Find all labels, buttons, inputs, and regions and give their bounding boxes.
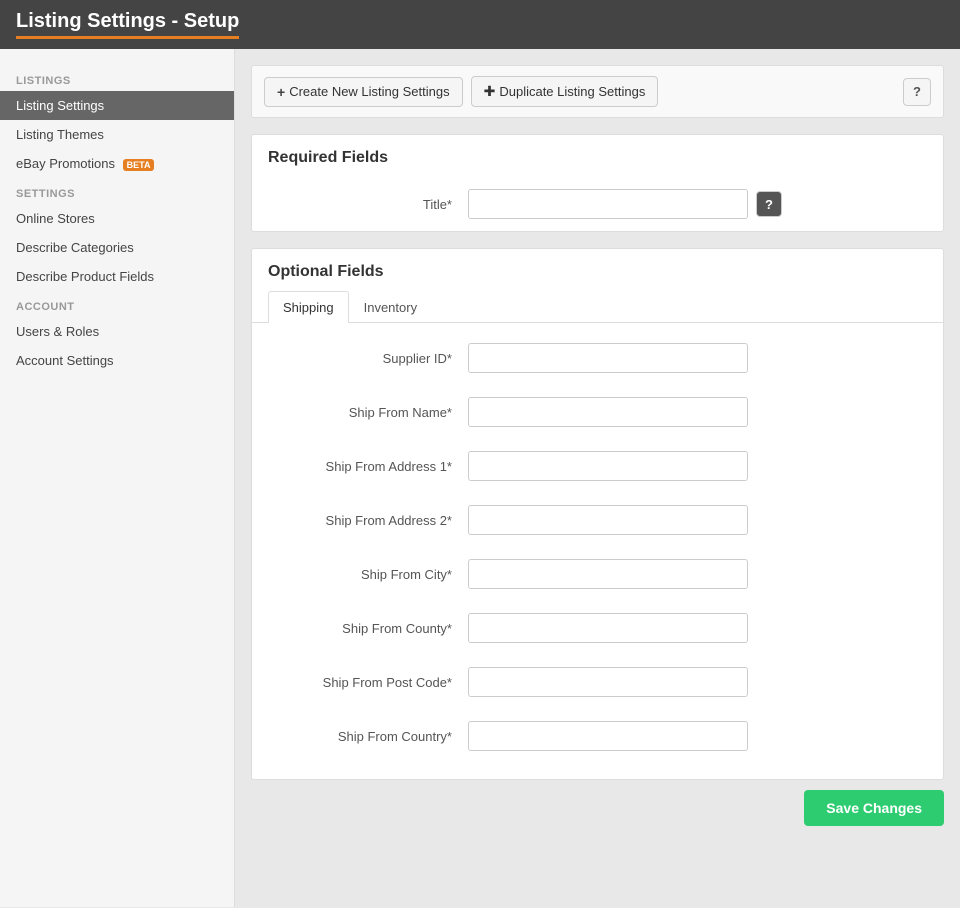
ship-from-post-code-label: Ship From Post Code* [268, 675, 468, 690]
ship-from-post-code-input[interactable] [468, 667, 748, 697]
title-input-wrap: ? [468, 189, 927, 219]
ship-from-country-row: Ship From Country* [252, 709, 943, 763]
ship-from-city-row: Ship From City* [252, 547, 943, 601]
sidebar-section-settings: Settings [0, 178, 234, 204]
page-title: Listing Settings - Setup [16, 10, 239, 32]
ship-from-address2-input[interactable] [468, 505, 748, 535]
sidebar-section-account: Account [0, 291, 234, 317]
ship-from-name-label: Ship From Name* [268, 405, 468, 420]
content-area: + Create New Listing Settings ✚ Duplicat… [235, 49, 960, 907]
supplier-id-label: Supplier ID* [268, 351, 468, 366]
sidebar-item-describe-product-fields[interactable]: Describe Product Fields [0, 262, 234, 291]
sidebar-item-describe-categories[interactable]: Describe Categories [0, 233, 234, 262]
shipping-tab-content: Supplier ID* Ship From Name* Ship From A… [252, 323, 943, 779]
ship-from-address1-label: Ship From Address 1* [268, 459, 468, 474]
main-layout: Listings Listing Settings Listing Themes… [0, 49, 960, 907]
ship-from-city-label: Ship From City* [268, 567, 468, 582]
ship-from-county-input[interactable] [468, 613, 748, 643]
ship-from-address1-input[interactable] [468, 451, 748, 481]
ship-from-city-input[interactable] [468, 559, 748, 589]
supplier-id-wrap [468, 343, 927, 373]
sidebar-item-online-stores[interactable]: Online Stores [0, 204, 234, 233]
title-label: Title* [268, 197, 468, 212]
ship-from-name-input[interactable] [468, 397, 748, 427]
page-header: Listing Settings - Setup [0, 0, 960, 49]
title-field-row: Title* ? [252, 177, 943, 231]
sidebar-item-listing-themes[interactable]: Listing Themes [0, 120, 234, 149]
sidebar-item-users-roles[interactable]: Users & Roles [0, 317, 234, 346]
ship-from-address2-wrap [468, 505, 927, 535]
sidebar: Listings Listing Settings Listing Themes… [0, 49, 235, 907]
duplicate-icon: ✚ [484, 83, 496, 100]
ship-from-address2-row: Ship From Address 2* [252, 493, 943, 547]
supplier-id-row: Supplier ID* [252, 331, 943, 385]
sidebar-section-listings: Listings [0, 65, 234, 91]
ship-from-address1-row: Ship From Address 1* [252, 439, 943, 493]
create-new-label: Create New Listing Settings [289, 84, 449, 99]
title-underline [16, 36, 239, 39]
beta-badge: BETA [123, 159, 155, 171]
required-fields-heading: Required Fields [252, 135, 943, 177]
plus-icon: + [277, 84, 285, 100]
optional-fields-heading: Optional Fields [252, 249, 943, 291]
supplier-id-input[interactable] [468, 343, 748, 373]
duplicate-label: Duplicate Listing Settings [499, 84, 645, 99]
footer-bar: Save Changes [251, 780, 944, 832]
save-changes-button[interactable]: Save Changes [804, 790, 944, 826]
tab-inventory[interactable]: Inventory [349, 291, 432, 323]
ship-from-county-row: Ship From County* [252, 601, 943, 655]
toolbar: + Create New Listing Settings ✚ Duplicat… [251, 65, 944, 118]
ship-from-name-row: Ship From Name* [252, 385, 943, 439]
ship-from-post-code-wrap [468, 667, 927, 697]
ship-from-county-wrap [468, 613, 927, 643]
title-help-button[interactable]: ? [756, 191, 782, 217]
tabs-bar: Shipping Inventory [252, 291, 943, 323]
ship-from-address2-label: Ship From Address 2* [268, 513, 468, 528]
optional-fields-box: Optional Fields Shipping Inventory Suppl… [251, 248, 944, 780]
sidebar-item-account-settings[interactable]: Account Settings [0, 346, 234, 375]
sidebar-item-listing-settings[interactable]: Listing Settings [0, 91, 234, 120]
toolbar-help-button[interactable]: ? [903, 78, 931, 106]
ship-from-country-wrap [468, 721, 927, 751]
ship-from-address1-wrap [468, 451, 927, 481]
title-input[interactable] [468, 189, 748, 219]
sidebar-item-ebay-promotions[interactable]: eBay Promotions BETA [0, 149, 234, 178]
create-new-button[interactable]: + Create New Listing Settings [264, 77, 463, 107]
ship-from-post-code-row: Ship From Post Code* [252, 655, 943, 709]
required-fields-box: Required Fields Title* ? [251, 134, 944, 232]
ship-from-county-label: Ship From County* [268, 621, 468, 636]
ship-from-name-wrap [468, 397, 927, 427]
ship-from-country-label: Ship From Country* [268, 729, 468, 744]
ship-from-city-wrap [468, 559, 927, 589]
ship-from-country-input[interactable] [468, 721, 748, 751]
tab-shipping[interactable]: Shipping [268, 291, 349, 323]
help-icon: ? [913, 84, 921, 99]
duplicate-button[interactable]: ✚ Duplicate Listing Settings [471, 76, 659, 107]
